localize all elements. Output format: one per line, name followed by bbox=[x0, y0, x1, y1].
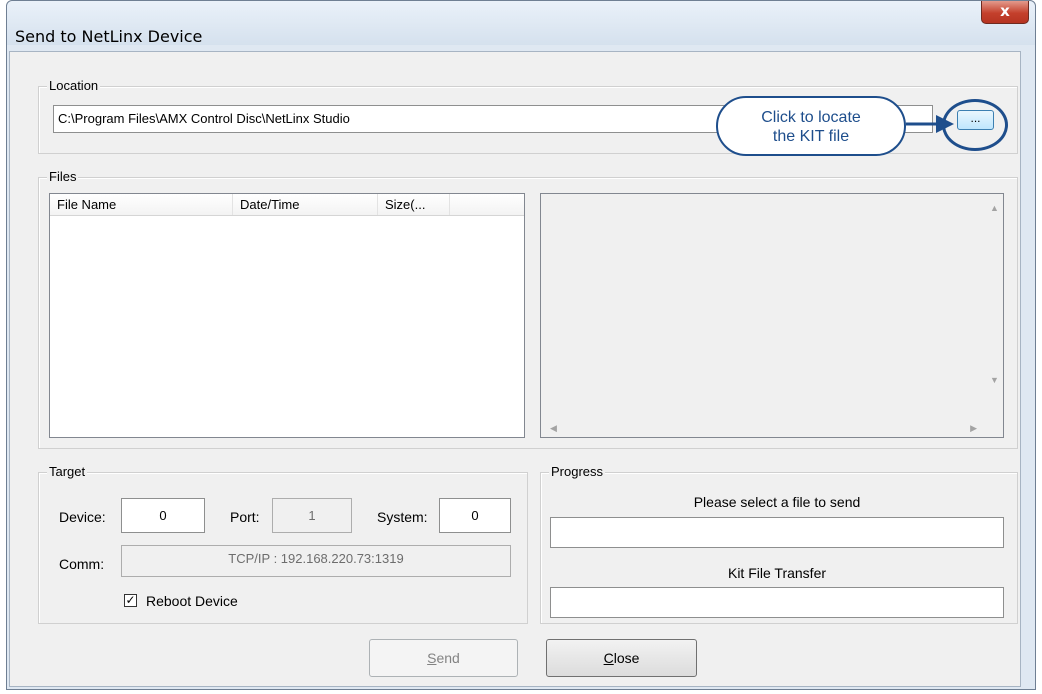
system-label: System: bbox=[377, 509, 428, 525]
close-button-label: lose bbox=[613, 650, 640, 666]
scroll-left-icon[interactable]: ◀ bbox=[550, 423, 557, 434]
callout-line-1: Click to locate bbox=[761, 109, 861, 126]
checkmark-icon: ✓ bbox=[125, 593, 136, 607]
location-group-label: Location bbox=[47, 78, 101, 93]
send-button[interactable]: Send bbox=[369, 639, 518, 677]
callout-line-2: the KIT file bbox=[772, 128, 850, 145]
comm-input: TCP/IP : 192.168.220.73:1319 bbox=[121, 545, 511, 577]
comm-label: Comm: bbox=[59, 556, 105, 572]
reboot-checkbox[interactable]: ✓ bbox=[124, 594, 137, 607]
location-path-text: C:\Program Files\AMX Control Disc\NetLin… bbox=[58, 111, 350, 126]
close-window-button[interactable]: x bbox=[981, 1, 1029, 24]
column-file-name[interactable]: File Name bbox=[50, 194, 233, 215]
column-date-time[interactable]: Date/Time bbox=[233, 194, 378, 215]
device-value: 0 bbox=[159, 508, 167, 523]
send-button-label: end bbox=[436, 650, 460, 666]
progress-bar-2 bbox=[550, 587, 1004, 618]
reboot-label[interactable]: Reboot Device bbox=[146, 593, 238, 609]
scroll-down-icon[interactable]: ▼ bbox=[990, 375, 999, 385]
close-icon: x bbox=[1000, 2, 1010, 20]
column-size[interactable]: Size(... bbox=[378, 194, 450, 215]
scroll-right-icon[interactable]: ▶ bbox=[970, 423, 977, 434]
close-button[interactable]: Close bbox=[546, 639, 697, 677]
window-title: Send to NetLinx Device bbox=[15, 27, 203, 46]
target-group-label: Target bbox=[47, 464, 88, 479]
system-input[interactable]: 0 bbox=[439, 498, 511, 533]
kit-transfer-label: Kit File Transfer bbox=[727, 565, 827, 581]
progress-bar-1 bbox=[550, 517, 1004, 548]
horizontal-scrollbar[interactable]: ◀ ▶ bbox=[541, 420, 986, 437]
progress-status-text: Please select a file to send bbox=[693, 494, 861, 510]
device-label: Device: bbox=[59, 509, 106, 525]
callout-arrow bbox=[906, 115, 954, 133]
file-details-panel: ▲ ▼ ◀ ▶ bbox=[540, 193, 1004, 438]
close-button-mnemonic: C bbox=[603, 650, 614, 666]
title-bar[interactable]: Send to NetLinx Device x bbox=[7, 1, 1035, 46]
browse-callout: Click to locate the KIT file bbox=[716, 96, 906, 156]
vertical-scrollbar[interactable]: ▲ ▼ bbox=[986, 194, 1003, 420]
port-label: Port: bbox=[230, 509, 260, 525]
port-value: 1 bbox=[308, 508, 316, 523]
port-input: 1 bbox=[272, 498, 352, 533]
comm-value: TCP/IP : 192.168.220.73:1319 bbox=[228, 551, 404, 566]
files-list-header: File Name Date/Time Size(... bbox=[50, 194, 524, 216]
files-group-label: Files bbox=[47, 169, 79, 184]
progress-group-label: Progress bbox=[549, 464, 606, 479]
scroll-up-icon[interactable]: ▲ bbox=[990, 203, 999, 213]
system-value: 0 bbox=[471, 508, 479, 523]
files-list[interactable]: File Name Date/Time Size(... bbox=[49, 193, 525, 438]
device-input[interactable]: 0 bbox=[121, 498, 205, 533]
